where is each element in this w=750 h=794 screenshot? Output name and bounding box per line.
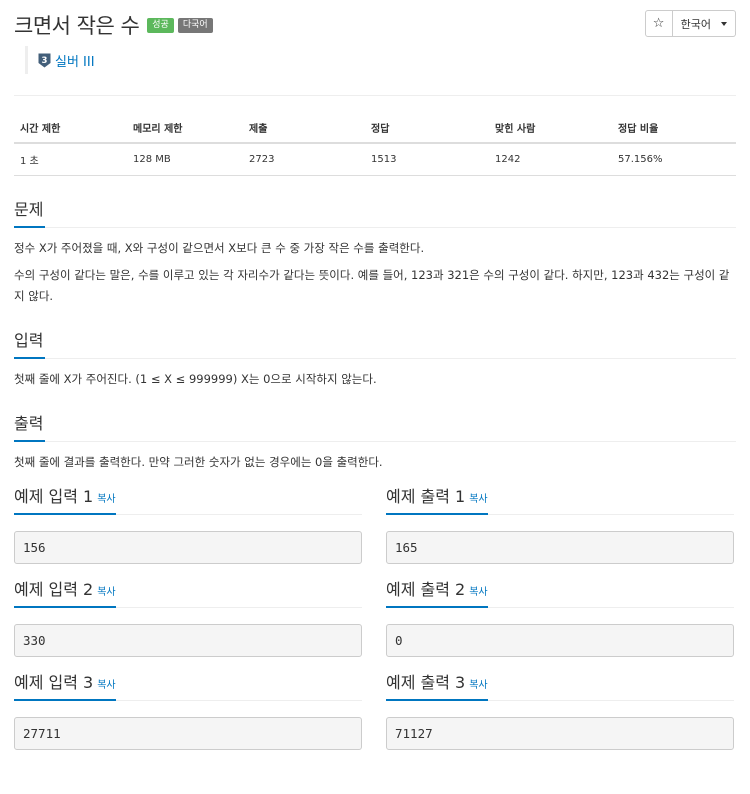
- star-icon: ☆: [652, 16, 665, 31]
- sample-title: 예제 출력 1: [386, 487, 466, 506]
- problem-paragraph: 수의 구성이 같다는 말은, 수를 이루고 있는 각 자리수가 같다는 뜻이다.…: [14, 268, 730, 303]
- tier-label: 실버 III: [55, 54, 95, 70]
- sample-header: 예제 출력 1 복사: [386, 481, 734, 515]
- info-header-row: 시간 제한 메모리 제한 제출 정답 맞힌 사람 정답 비율: [14, 116, 736, 144]
- svg-text:3: 3: [42, 55, 48, 65]
- samples-grid: 예제 입력 1 복사 156 예제 출력 1 복사 165 예제 입력 2 복사 33…: [14, 481, 736, 760]
- solvers-value: 1242: [489, 143, 612, 176]
- sample-data: 330: [14, 624, 362, 657]
- sample-header: 예제 입력 3 복사: [14, 667, 362, 701]
- input-section-header: 입력: [14, 327, 736, 359]
- info-value-row: 1 초 128 MB 2723 1513 1242 57.156%: [14, 143, 736, 176]
- multilang-badge: 다국어: [177, 17, 213, 33]
- sample-data: 27711: [14, 717, 362, 750]
- sample-title-wrap: 예제 입력 3 복사: [14, 669, 116, 701]
- sample-title-wrap: 예제 출력 2 복사: [386, 576, 488, 608]
- copy-button[interactable]: 복사: [97, 680, 115, 691]
- sample-output-3: 예제 출력 3 복사 71127: [386, 667, 734, 750]
- language-label: 한국어: [680, 17, 711, 31]
- header-actions: ☆ 한국어: [644, 10, 736, 37]
- copy-button[interactable]: 복사: [97, 494, 115, 505]
- input-description: 첫째 줄에 X가 주어진다. (1 ≤ X ≤ 999999) X는 0으로 시…: [14, 369, 736, 390]
- sample-title: 예제 입력 1: [14, 487, 94, 506]
- submissions-header: 제출: [243, 116, 365, 144]
- sample-input-2: 예제 입력 2 복사 330: [14, 574, 362, 657]
- output-section-title: 출력: [14, 410, 46, 442]
- favorite-button[interactable]: ☆: [644, 10, 673, 37]
- sample-header: 예제 출력 3 복사: [386, 667, 734, 701]
- copy-button[interactable]: 복사: [469, 680, 487, 691]
- language-dropdown[interactable]: 한국어: [672, 10, 736, 37]
- ratio-value: 57.156%: [612, 143, 736, 176]
- sample-title-wrap: 예제 입력 1 복사: [14, 483, 116, 515]
- problem-section-header: 문제: [14, 196, 736, 228]
- problem-info-table: 시간 제한 메모리 제한 제출 정답 맞힌 사람 정답 비율 1 초 128 M…: [14, 116, 736, 176]
- sample-data: 165: [386, 531, 734, 564]
- problem-header: 크면서 작은 수 성공 다국어 ☆ 한국어 3 실버 III: [14, 0, 736, 96]
- page-title: 크면서 작은 수: [14, 14, 140, 38]
- copy-button[interactable]: 복사: [469, 494, 487, 505]
- problem-description: 정수 X가 주어졌을 때, X와 구성이 같으면서 X보다 큰 수 중 가장 작…: [14, 238, 736, 307]
- success-badge: 성공: [147, 17, 174, 33]
- accepted-value: 1513: [365, 143, 489, 176]
- problem-section-title: 문제: [14, 196, 46, 228]
- copy-button[interactable]: 복사: [469, 587, 487, 598]
- sample-title-wrap: 예제 입력 2 복사: [14, 576, 116, 608]
- ratio-header: 정답 비율: [612, 116, 736, 144]
- output-section-header: 출력: [14, 410, 736, 442]
- sample-data: 71127: [386, 717, 734, 750]
- sample-title: 예제 입력 2: [14, 580, 94, 599]
- sample-title: 예제 입력 3: [14, 673, 94, 692]
- sample-title-wrap: 예제 출력 3 복사: [386, 669, 488, 701]
- solvers-header: 맞힌 사람: [489, 116, 612, 144]
- sample-title-wrap: 예제 출력 1 복사: [386, 483, 488, 515]
- caret-down-icon: [721, 21, 727, 26]
- problem-paragraph: 정수 X가 주어졌을 때, X와 구성이 같으면서 X보다 큰 수 중 가장 작…: [14, 241, 425, 255]
- tier-badge-icon: 3: [38, 53, 51, 67]
- sample-title: 예제 출력 3: [386, 673, 466, 692]
- time-limit-header: 시간 제한: [14, 116, 127, 144]
- copy-button[interactable]: 복사: [97, 587, 115, 598]
- sample-data: 156: [14, 531, 362, 564]
- sample-input-3: 예제 입력 3 복사 27711: [14, 667, 362, 750]
- problem-page: 크면서 작은 수 성공 다국어 ☆ 한국어 3 실버 III 시간 제한 메모리…: [0, 0, 750, 794]
- sample-header: 예제 입력 2 복사: [14, 574, 362, 608]
- title-row: 크면서 작은 수 성공 다국어: [14, 10, 217, 40]
- input-section: 입력 첫째 줄에 X가 주어진다. (1 ≤ X ≤ 999999) X는 0으…: [14, 327, 736, 390]
- output-paragraph: 첫째 줄에 결과를 출력한다. 만약 그러한 숫자가 없는 경우에는 0을 출력…: [14, 455, 383, 469]
- submissions-value: 2723: [243, 143, 365, 176]
- time-limit-value: 1 초: [14, 143, 127, 176]
- output-description: 첫째 줄에 결과를 출력한다. 만약 그러한 숫자가 없는 경우에는 0을 출력…: [14, 452, 736, 473]
- sample-header: 예제 입력 1 복사: [14, 481, 362, 515]
- sample-title: 예제 출력 2: [386, 580, 466, 599]
- sample-output-2: 예제 출력 2 복사 0: [386, 574, 734, 657]
- memory-limit-value: 128 MB: [127, 143, 243, 176]
- memory-limit-header: 메모리 제한: [127, 116, 243, 144]
- sample-output-1: 예제 출력 1 복사 165: [386, 481, 734, 564]
- input-paragraph: 첫째 줄에 X가 주어진다. (1 ≤ X ≤ 999999) X는 0으로 시…: [14, 372, 377, 386]
- output-section: 출력 첫째 줄에 결과를 출력한다. 만약 그러한 숫자가 없는 경우에는 0을…: [14, 410, 736, 473]
- sample-header: 예제 출력 2 복사: [386, 574, 734, 608]
- tier-link[interactable]: 3 실버 III: [25, 46, 95, 74]
- sample-data: 0: [386, 624, 734, 657]
- accepted-header: 정답: [365, 116, 489, 144]
- problem-section: 문제 정수 X가 주어졌을 때, X와 구성이 같으면서 X보다 큰 수 중 가…: [14, 196, 736, 307]
- input-section-title: 입력: [14, 327, 46, 359]
- sample-input-1: 예제 입력 1 복사 156: [14, 481, 362, 564]
